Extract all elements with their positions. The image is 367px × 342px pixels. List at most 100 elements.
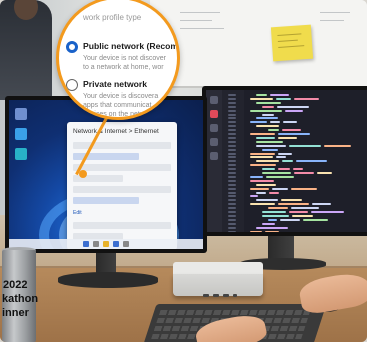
whiteboard — [150, 0, 367, 88]
line-number — [228, 211, 236, 213]
code-token — [289, 144, 321, 147]
edge-taskbar-icon[interactable] — [113, 241, 119, 247]
search-icon — [210, 124, 218, 132]
public-network-desc-2: to a network at home, wor — [83, 64, 164, 71]
code-token — [278, 136, 297, 139]
code-token — [278, 168, 290, 171]
line-number — [228, 168, 236, 171]
line-number — [228, 133, 236, 135]
code-token — [250, 187, 269, 190]
settings-row[interactable] — [73, 164, 171, 171]
windows-desktop-screen: Network & Internet > Ethernet Edit — [9, 100, 203, 249]
code-token — [303, 218, 328, 221]
code-token — [270, 94, 289, 96]
code-token — [256, 191, 266, 194]
line-number — [228, 187, 236, 190]
search-icon[interactable] — [93, 241, 99, 247]
code-token — [278, 203, 309, 206]
line-number — [228, 101, 236, 104]
code-token — [250, 97, 273, 100]
magnifier-callout: work profile type Public network (Recom … — [56, 0, 180, 120]
line-number — [228, 199, 236, 202]
network-profile-heading: work profile type — [83, 13, 142, 22]
line-number — [228, 121, 236, 124]
line-number — [228, 230, 236, 232]
code-editor-screen — [206, 90, 367, 232]
code-token — [250, 175, 263, 178]
code-token — [266, 175, 294, 178]
record-icon — [210, 110, 218, 118]
line-number — [228, 144, 236, 147]
code-token — [262, 172, 291, 174]
code-token — [256, 226, 288, 229]
settings-row[interactable] — [73, 222, 171, 229]
desktop-icon[interactable] — [15, 128, 27, 140]
line-number — [228, 94, 236, 96]
line-number — [228, 203, 236, 206]
settings-window-title: Network & Internet > Ethernet — [73, 128, 159, 135]
line-number — [228, 179, 236, 182]
code-token — [291, 187, 317, 190]
code-token — [250, 230, 262, 232]
line-number — [228, 218, 236, 221]
code-token — [272, 187, 288, 190]
line-number — [228, 172, 236, 174]
desktop-icon[interactable] — [15, 108, 27, 120]
code-token — [262, 148, 278, 151]
line-number — [228, 113, 236, 116]
private-network-radio[interactable] — [66, 79, 78, 91]
code-token — [294, 97, 319, 100]
public-network-desc-1: Your device is not discover — [83, 55, 167, 62]
line-number — [228, 214, 236, 217]
code-token — [265, 230, 279, 232]
hackathon-cup: 2022 kathon inner — [2, 250, 38, 342]
right-monitor — [202, 86, 367, 236]
public-network-label: Public network (Recom — [83, 41, 179, 51]
code-token — [281, 199, 302, 202]
code-token — [250, 195, 258, 198]
code-token — [282, 160, 293, 163]
code-token — [250, 152, 275, 155]
code-token — [262, 105, 274, 108]
code-token — [278, 133, 310, 135]
code-token — [250, 156, 273, 159]
line-number — [228, 160, 236, 163]
code-token — [250, 164, 276, 167]
code-token — [312, 203, 331, 206]
file-explorer-icon[interactable] — [103, 241, 109, 247]
edit-link[interactable]: Edit — [67, 208, 177, 218]
code-token — [276, 97, 291, 100]
line-number — [228, 148, 236, 151]
code-token — [278, 152, 292, 155]
code-token — [256, 117, 278, 120]
code-token — [262, 214, 289, 217]
line-number — [228, 97, 236, 100]
code-token — [268, 218, 277, 221]
callout-anchor-dot — [79, 170, 87, 178]
settings-row[interactable] — [73, 197, 139, 204]
settings-taskbar-icon[interactable] — [123, 241, 129, 247]
public-network-radio[interactable] — [66, 41, 78, 53]
private-network-desc-1: Your device is discovera — [83, 93, 159, 100]
code-token — [317, 172, 332, 174]
code-token — [282, 129, 301, 132]
settings-row[interactable] — [73, 186, 171, 193]
line-number — [228, 183, 236, 186]
code-token — [268, 207, 288, 210]
code-token — [289, 211, 308, 213]
code-token — [294, 172, 314, 174]
code-token — [270, 121, 280, 124]
code-token — [256, 94, 267, 96]
line-number — [228, 129, 236, 132]
private-network-label: Private network — [83, 79, 147, 89]
code-token — [256, 140, 283, 143]
code-token — [276, 156, 286, 159]
edge-icon[interactable] — [15, 148, 27, 160]
code-token — [256, 183, 276, 186]
code-token — [292, 214, 313, 217]
start-button-icon[interactable] — [83, 241, 89, 247]
usb-port — [223, 294, 229, 297]
mini-pc — [173, 262, 263, 298]
code-token — [269, 191, 279, 194]
code-token — [262, 113, 274, 116]
